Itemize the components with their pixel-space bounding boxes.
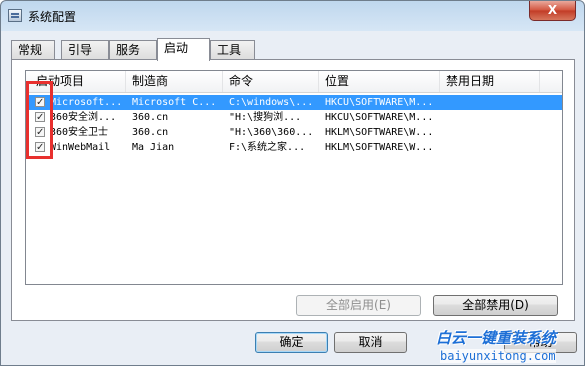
- system-config-window: 系统配置 X 常规 引导 服务 启动 工具 启动项目 制造商 命令 位置 禁用日…: [0, 0, 585, 366]
- startup-item-name: 360安全卫士: [50, 127, 109, 138]
- startup-item-command: "H:\360\360...: [229, 127, 314, 138]
- startup-item-command: C:\windows\...: [229, 97, 314, 108]
- startup-item-manufacturer: Ma Jian: [132, 142, 175, 153]
- startup-item-name: WinWebMail: [50, 142, 111, 153]
- startup-item-manufacturer: 360.cn: [132, 112, 169, 123]
- list-item[interactable]: WinWebMail Ma Jian F:\系统之家... HKLM\SOFTW…: [26, 140, 562, 155]
- list-header: 启动项目 制造商 命令 位置 禁用日期: [26, 71, 562, 93]
- startup-item-command: F:\系统之家...: [229, 142, 306, 153]
- watermark-title: 白云一键重装系统: [436, 329, 557, 347]
- ok-button[interactable]: 确定: [255, 332, 328, 353]
- system-config-icon: [8, 9, 22, 22]
- column-header-disabled-date[interactable]: 禁用日期: [440, 71, 540, 92]
- tab-services[interactable]: 服务: [109, 40, 157, 60]
- site-watermark: 白云一键重装系统 baiyunxitong.com: [426, 323, 584, 365]
- tab-boot[interactable]: 引导: [61, 40, 109, 60]
- tab-startup[interactable]: 启动: [157, 38, 210, 61]
- list-item[interactable]: 360安全浏... 360.cn "H:\搜狗浏... HKCU\SOFTWAR…: [26, 110, 562, 125]
- startup-item-name: 360安全浏...: [50, 112, 117, 123]
- tab-tools[interactable]: 工具: [210, 40, 255, 60]
- title-bar[interactable]: 系统配置 X: [1, 1, 584, 31]
- startup-item-location: HKLM\SOFTWARE\W...: [325, 142, 434, 153]
- startup-item-manufacturer: 360.cn: [132, 127, 169, 138]
- startup-item-command: "H:\搜狗浏...: [229, 112, 302, 123]
- tab-general[interactable]: 常规: [11, 40, 55, 60]
- column-header-location[interactable]: 位置: [319, 71, 440, 92]
- startup-item-name: Microsoft...: [50, 97, 123, 108]
- startup-item-location: HKLM\SOFTWARE\W...: [325, 127, 434, 138]
- startup-item-location: HKCU\SOFTWARE\M...: [325, 112, 434, 123]
- list-item[interactable]: 360安全卫士 360.cn "H:\360\360... HKLM\SOFTW…: [26, 125, 562, 140]
- window-title: 系统配置: [28, 10, 77, 24]
- close-button[interactable]: X: [529, 1, 576, 21]
- watermark-url: baiyunxitong.com: [440, 349, 556, 363]
- startup-item-location: HKCU\SOFTWARE\M...: [325, 97, 434, 108]
- disable-all-button[interactable]: 全部禁用(D): [433, 295, 558, 316]
- column-header-command[interactable]: 命令: [223, 71, 319, 92]
- cancel-button[interactable]: 取消: [334, 332, 407, 353]
- list-item[interactable]: Microsoft... Microsoft C... C:\windows\.…: [26, 95, 562, 110]
- startup-items-list[interactable]: 启动项目 制造商 命令 位置 禁用日期 Microsoft... Microso…: [25, 70, 563, 285]
- startup-item-manufacturer: Microsoft C...: [132, 97, 217, 108]
- enable-all-button[interactable]: 全部启用(E): [296, 295, 421, 316]
- annotation-highlight-box: [26, 81, 53, 159]
- column-header-manufacturer[interactable]: 制造商: [126, 71, 223, 92]
